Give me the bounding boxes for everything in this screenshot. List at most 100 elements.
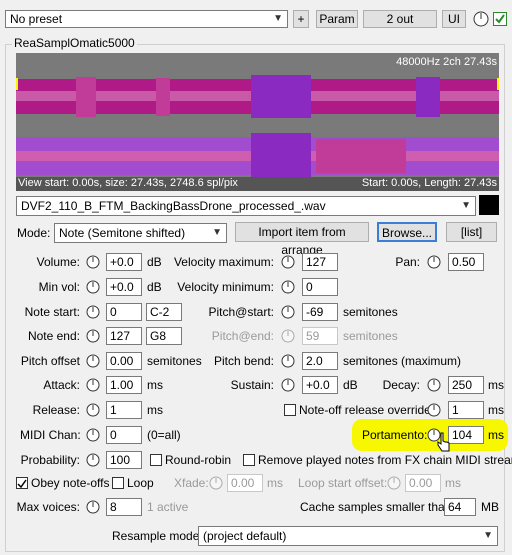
pitch-offset-field[interactable]: 0.00 — [106, 352, 142, 370]
resample-value: (project default) — [203, 529, 287, 543]
note-end-knob-icon[interactable] — [86, 329, 100, 343]
velocity-min-field[interactable]: 0 — [302, 278, 338, 296]
note-end-label: Note end: — [27, 329, 80, 343]
volume-field[interactable]: +0.0 — [106, 253, 142, 271]
waveform-graphic — [16, 53, 499, 191]
remove-notes-label: Remove played notes from FX chain MIDI s… — [258, 453, 512, 467]
pitch-end-field: 59 — [302, 327, 338, 345]
param-button[interactable]: Param — [316, 10, 358, 28]
sustain-label: Sustain: — [230, 378, 274, 392]
browse-button[interactable]: Browse... — [377, 222, 437, 242]
add-preset-button[interactable]: + — [293, 10, 309, 28]
mode-value: Note (Semitone shifted) — [59, 226, 186, 240]
preset-select[interactable]: No preset ▼ — [5, 10, 288, 28]
velocity-min-knob-icon[interactable] — [281, 280, 295, 294]
xfade-label: Xfade: — [174, 476, 209, 490]
note-off-field[interactable]: 1 — [448, 401, 484, 419]
wet-knob-icon[interactable] — [473, 11, 489, 27]
velocity-max-field[interactable]: 127 — [302, 253, 338, 271]
midi-chan-knob-icon[interactable] — [86, 428, 100, 442]
pitch-bend-unit: semitones (maximum) — [343, 354, 462, 368]
decay-label: Decay: — [382, 378, 420, 392]
note-start-label: Note start: — [24, 305, 80, 319]
color-swatch[interactable] — [479, 195, 499, 215]
note-off-knob-icon[interactable] — [427, 403, 441, 417]
min-vol-knob-icon[interactable] — [86, 280, 100, 294]
min-vol-field[interactable]: +0.0 — [106, 278, 142, 296]
min-vol-unit: dB — [147, 280, 162, 294]
portamento-label: Portamento: — [362, 428, 428, 442]
chevron-down-icon: ▼ — [461, 200, 471, 211]
max-voices-knob-icon[interactable] — [86, 500, 100, 514]
volume-knob-icon[interactable] — [86, 255, 100, 269]
attack-unit: ms — [147, 378, 163, 392]
ui-button[interactable]: UI — [442, 10, 466, 28]
velocity-min-label: Velocity minimum: — [177, 280, 274, 294]
attack-knob-icon[interactable] — [86, 378, 100, 392]
velocity-max-knob-icon[interactable] — [281, 255, 295, 269]
list-button[interactable]: [list] — [446, 222, 497, 242]
midi-chan-field[interactable]: 0 — [106, 426, 142, 444]
pitch-bend-knob-icon[interactable] — [281, 354, 295, 368]
volume-label: Volume: — [36, 255, 80, 269]
import-item-button[interactable]: Import item from arrange — [235, 222, 369, 257]
pitch-start-field[interactable]: -69 — [302, 303, 338, 321]
resample-select[interactable]: (project default) ▼ — [198, 526, 498, 546]
pan-field[interactable]: 0.50 — [448, 253, 484, 271]
probability-knob-icon[interactable] — [86, 453, 100, 467]
waveform-view[interactable]: 48000Hz 2ch 27.43s View start: 0.00s, si… — [16, 53, 499, 191]
pitch-offset-label: Pitch offset — [20, 354, 80, 368]
output-button[interactable]: 2 out — [363, 10, 437, 28]
cache-field[interactable]: 64 — [444, 498, 476, 516]
mode-select[interactable]: Note (Semitone shifted) ▼ — [54, 223, 227, 243]
note-start-field[interactable]: 0 — [106, 303, 142, 321]
pitch-bend-label: Pitch bend: — [213, 354, 274, 368]
xfade-knob-icon — [209, 476, 223, 490]
note-start-knob-icon[interactable] — [86, 305, 100, 319]
remove-notes-checkbox[interactable] — [243, 454, 255, 466]
pitch-offset-knob-icon[interactable] — [86, 354, 100, 368]
cache-unit: MB — [481, 500, 499, 514]
portamento-field[interactable]: 104 — [448, 426, 484, 444]
release-label: Release: — [32, 403, 80, 417]
range-info: Start: 0.00s, Length: 27.43s — [361, 177, 497, 189]
probability-field[interactable]: 100 — [106, 451, 142, 469]
bypass-checkbox[interactable] — [493, 12, 507, 26]
chevron-down-icon: ▼ — [483, 530, 493, 541]
loop-start-field: 0.00 — [405, 474, 441, 492]
release-knob-icon[interactable] — [86, 403, 100, 417]
attack-field[interactable]: 1.00 — [106, 376, 142, 394]
min-vol-label: Min vol: — [38, 280, 80, 294]
view-info: View start: 0.00s, size: 27.43s, 2748.6 … — [18, 177, 238, 189]
note-end-field[interactable]: 127 — [106, 327, 142, 345]
xfade-field: 0.00 — [227, 474, 263, 492]
decay-unit: ms — [488, 378, 504, 392]
release-field[interactable]: 1 — [106, 401, 142, 419]
pitch-start-knob-icon[interactable] — [281, 305, 295, 319]
note-off-override-label: Note-off release override: — [299, 403, 435, 417]
volume-unit: dB — [147, 255, 162, 269]
file-select[interactable]: DVF2_110_B_FTM_BackingBassDrone_processe… — [16, 196, 476, 216]
note-off-unit: ms — [488, 403, 504, 417]
obey-note-offs-checkbox[interactable] — [16, 477, 28, 489]
decay-knob-icon[interactable] — [427, 378, 441, 392]
round-robin-checkbox[interactable] — [150, 454, 162, 466]
note-off-override-checkbox[interactable] — [284, 404, 296, 416]
release-unit: ms — [147, 403, 163, 417]
loop-label: Loop — [127, 476, 154, 490]
loop-checkbox[interactable] — [112, 477, 124, 489]
portamento-unit: ms — [488, 428, 504, 442]
loop-start-label: Loop start offset: — [298, 476, 388, 490]
loop-start-knob-icon — [387, 476, 401, 490]
max-voices-field[interactable]: 8 — [106, 498, 142, 516]
sustain-knob-icon[interactable] — [281, 378, 295, 392]
plugin-title: ReaSamplOmatic5000 — [12, 35, 137, 51]
cache-label: Cache samples smaller than: — [300, 500, 455, 514]
chevron-down-icon: ▼ — [273, 13, 283, 24]
chevron-down-icon: ▼ — [212, 227, 222, 238]
xfade-unit: ms — [267, 476, 283, 490]
pitch-bend-field[interactable]: 2.0 — [302, 352, 338, 370]
pan-knob-icon[interactable] — [427, 255, 441, 269]
decay-field[interactable]: 250 — [448, 376, 484, 394]
sustain-field[interactable]: +0.0 — [302, 376, 338, 394]
